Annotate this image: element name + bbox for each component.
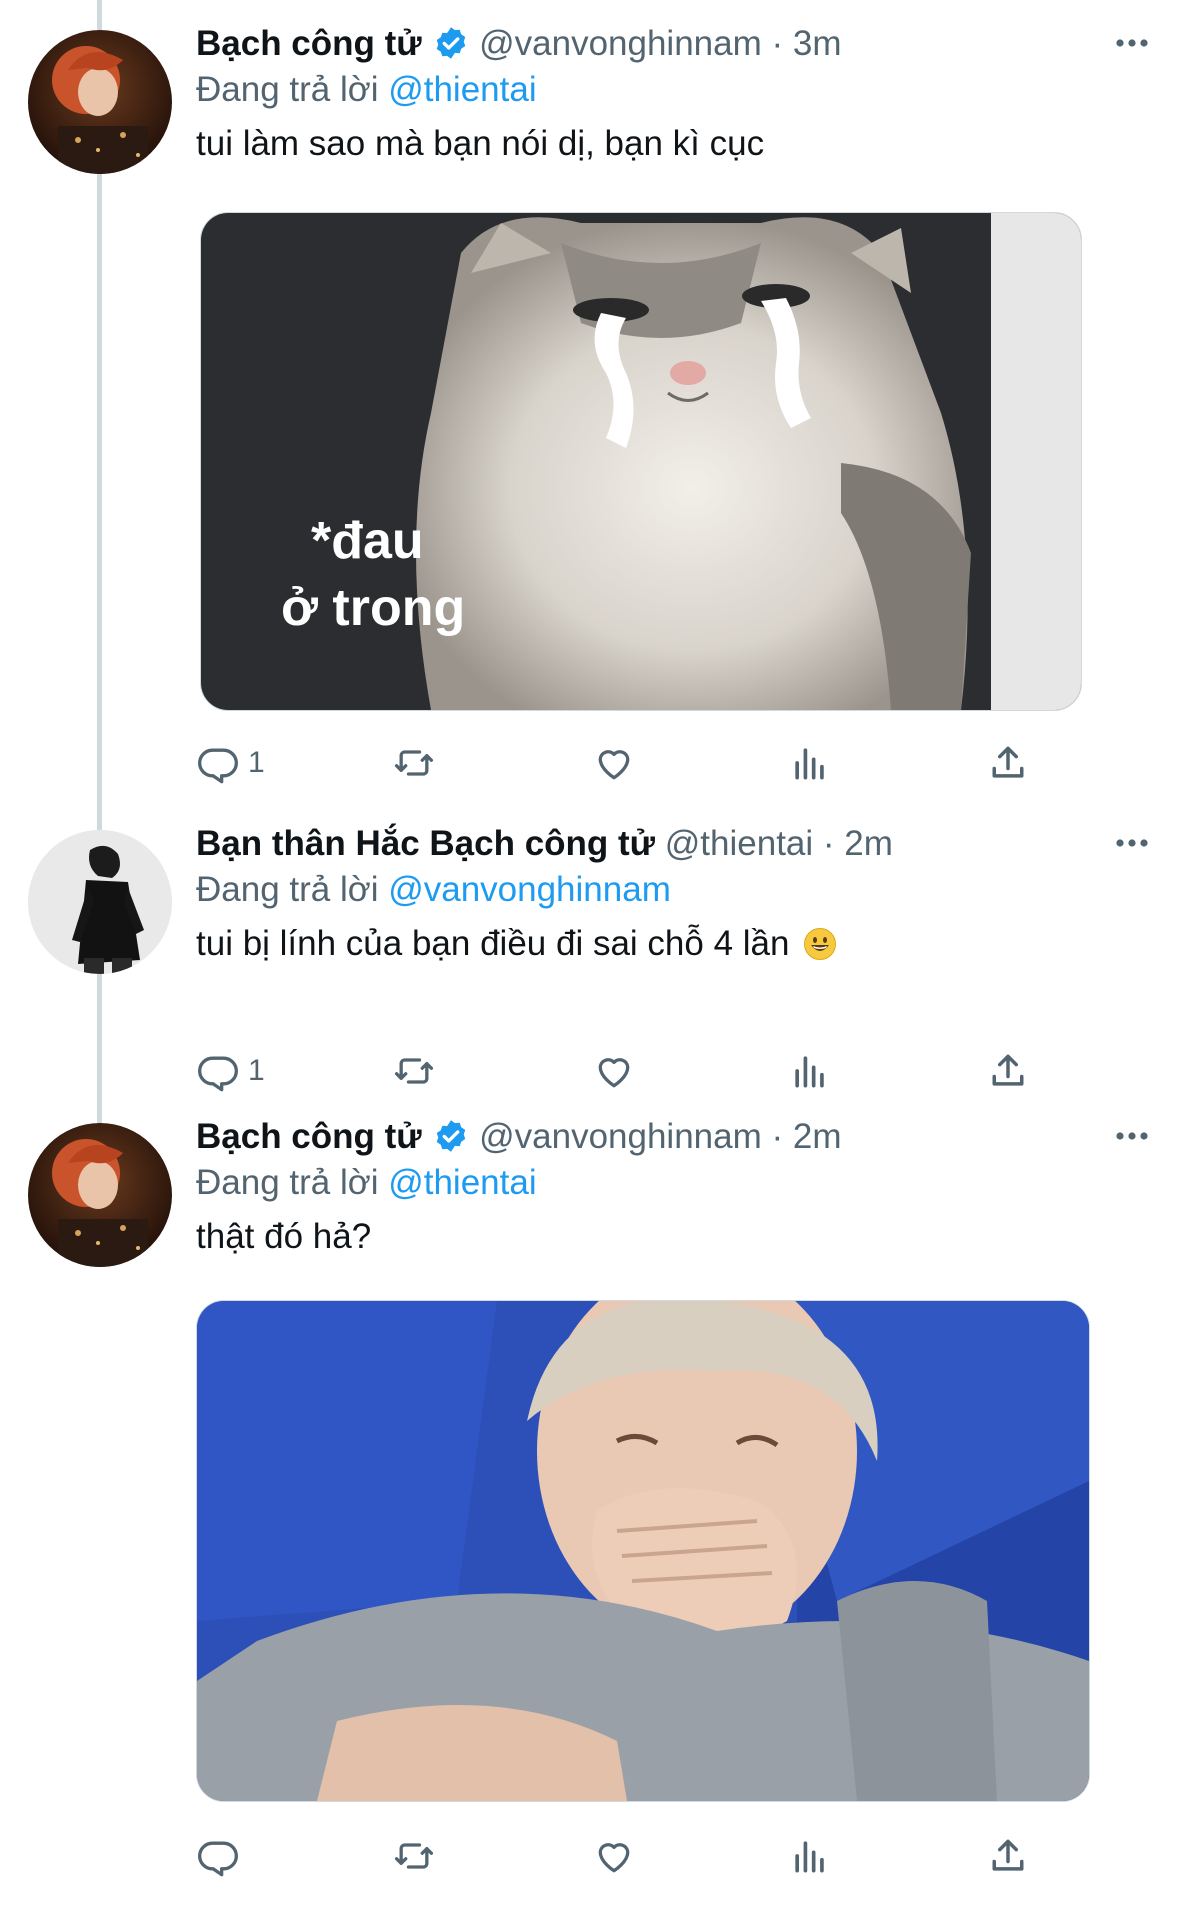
tweet-media[interactable]: *đau ở trong: [200, 212, 1082, 711]
views-icon: [795, 1056, 824, 1088]
like-button[interactable]: [592, 1831, 636, 1881]
reply-button[interactable]: 1: [196, 1046, 265, 1096]
tweet-header: Bạn thân Hắc Bạch công tử @thientai · 2m: [196, 822, 1204, 866]
retweet-icon: [394, 1843, 434, 1869]
display-name[interactable]: Bạn thân Hắc Bạch công tử: [196, 824, 655, 863]
tweet-text: thật đó hả?: [196, 1217, 372, 1256]
retweet-button[interactable]: [392, 738, 436, 788]
replying-prefix: Đang trả lời: [196, 870, 379, 909]
reply-button[interactable]: [196, 1831, 248, 1881]
separator-dot: ·: [771, 1117, 784, 1156]
share-icon: [992, 1839, 1024, 1871]
like-button[interactable]: [592, 1046, 636, 1096]
views-button[interactable]: [788, 738, 832, 788]
tweet[interactable]: Bạn thân Hắc Bạch công tử @thientai · 2m…: [0, 822, 1204, 1092]
display-name[interactable]: Bạch công tử: [196, 24, 422, 63]
user-handle[interactable]: @vanvonghinnam: [479, 24, 762, 63]
tweet[interactable]: Bạch công tử @vanvonghinnam · 3m Đang tr…: [0, 22, 1204, 784]
reply-button[interactable]: 1: [196, 738, 265, 788]
grinning-face-emoji: [803, 927, 837, 972]
tweet-text-content: tui bị lính của bạn điều đi sai chỗ 4 lầ…: [196, 924, 790, 963]
user-handle[interactable]: @vanvonghinnam: [479, 1117, 762, 1156]
mention-link[interactable]: @thientai: [388, 70, 536, 109]
user-handle[interactable]: @thientai: [665, 824, 813, 863]
verified-badge-icon: [433, 1118, 469, 1154]
share-icon: [992, 1054, 1024, 1086]
views-icon: [795, 748, 824, 780]
more-icon[interactable]: [1112, 1121, 1152, 1151]
mention-link[interactable]: @thientai: [388, 1163, 536, 1202]
media-caption-line1: *đau: [311, 512, 424, 570]
verified-badge-icon: [433, 25, 469, 61]
share-icon: [992, 746, 1024, 778]
replying-to: Đang trả lời @vanvonghinnam: [196, 868, 1204, 912]
more-icon[interactable]: [1112, 28, 1152, 58]
display-name[interactable]: Bạch công tử: [196, 1117, 422, 1156]
like-icon: [598, 1843, 630, 1873]
views-button[interactable]: [788, 1046, 832, 1096]
like-icon: [598, 1058, 630, 1088]
replying-prefix: Đang trả lời: [196, 1163, 379, 1202]
replying-to: Đang trả lời @thientai: [196, 68, 1204, 112]
like-button[interactable]: [592, 738, 636, 788]
separator-dot: ·: [771, 24, 784, 63]
retweet-icon: [394, 1058, 434, 1084]
share-button[interactable]: [986, 1046, 1030, 1096]
avatar[interactable]: [28, 830, 172, 974]
reply-count: 1: [248, 746, 265, 779]
views-button[interactable]: [788, 1831, 832, 1881]
reply-icon: [198, 1841, 238, 1877]
retweet-icon: [394, 750, 434, 776]
avatar[interactable]: [28, 1123, 172, 1267]
more-icon[interactable]: [1112, 828, 1152, 858]
avatar[interactable]: [28, 30, 172, 174]
reply-icon: [198, 1056, 238, 1092]
tweet-text: tui bị lính của bạn điều đi sai chỗ 4 lầ…: [196, 922, 1204, 972]
tweet-actions: [196, 1831, 1076, 1881]
media-caption-line2: ở trong: [281, 579, 465, 637]
retweet-button[interactable]: [392, 1046, 436, 1096]
timestamp[interactable]: 2m: [793, 1117, 842, 1156]
timestamp[interactable]: 3m: [793, 24, 842, 63]
mention-link[interactable]: @vanvonghinnam: [388, 870, 671, 909]
reply-count: 1: [248, 1054, 265, 1087]
share-button[interactable]: [986, 1831, 1030, 1881]
tweet-header: Bạch công tử @vanvonghinnam · 3m: [196, 22, 1204, 66]
reply-icon: [198, 748, 238, 784]
tweet-actions: 1: [196, 1046, 1076, 1096]
tweet-text: tui làm sao mà bạn nói dị, bạn kì cục: [196, 124, 765, 163]
replying-to: Đang trả lời @thientai: [196, 1161, 1204, 1205]
tweet-media[interactable]: [196, 1300, 1090, 1802]
replying-prefix: Đang trả lời: [196, 70, 379, 109]
tweet[interactable]: Bạch công tử @vanvonghinnam · 2m Đang tr…: [0, 1115, 1204, 1915]
views-icon: [795, 1841, 824, 1873]
retweet-button[interactable]: [392, 1831, 436, 1881]
separator-dot: ·: [822, 824, 835, 863]
like-icon: [598, 750, 630, 780]
tweet-actions: 1: [196, 738, 1076, 788]
tweet-header: Bạch công tử @vanvonghinnam · 2m: [196, 1115, 1204, 1159]
share-button[interactable]: [986, 738, 1030, 788]
timestamp[interactable]: 2m: [844, 824, 893, 863]
